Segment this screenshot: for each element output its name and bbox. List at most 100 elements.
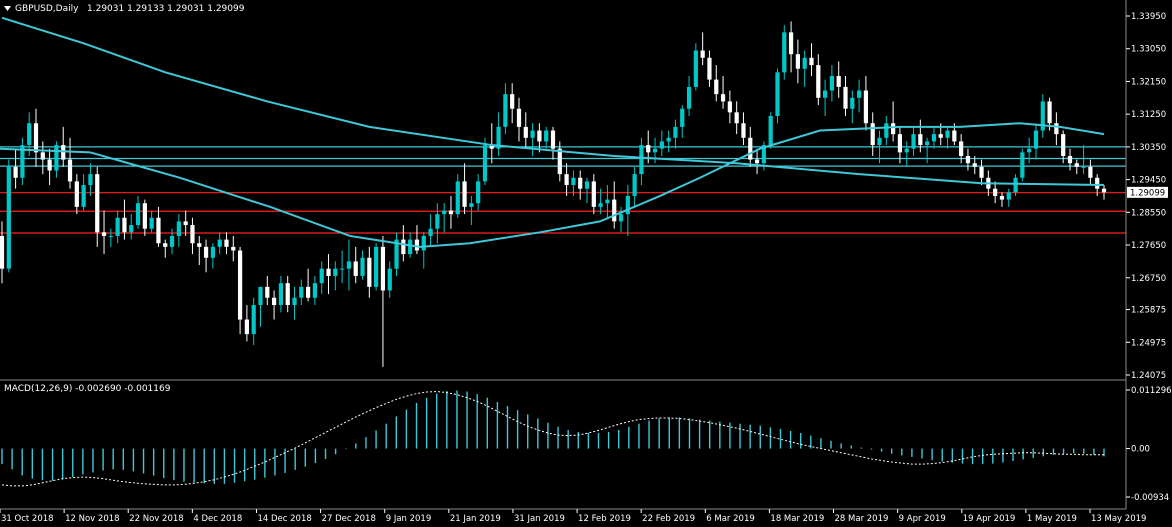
candle-body xyxy=(857,90,862,98)
candle-body xyxy=(183,221,188,226)
time-tick-label: 14 Dec 2018 xyxy=(257,514,311,524)
candle-body xyxy=(224,239,229,247)
candle[interactable] xyxy=(1020,148,1025,182)
candle-body xyxy=(618,214,624,222)
candle-body xyxy=(421,235,426,251)
candle-body xyxy=(237,250,243,320)
candle-body xyxy=(544,130,549,142)
candle-body xyxy=(27,123,32,146)
candle-body xyxy=(850,97,855,109)
candle-body xyxy=(802,57,807,69)
candle-body xyxy=(353,261,358,276)
candle-body xyxy=(945,130,950,138)
candle-body xyxy=(959,141,964,156)
price-tick-label: 1.24075 xyxy=(1131,371,1166,381)
candle-body xyxy=(516,108,522,127)
candle-body xyxy=(999,195,1005,200)
candle-body xyxy=(503,94,508,127)
candle-body xyxy=(312,283,318,298)
candle-body xyxy=(938,134,943,138)
candle-body xyxy=(40,152,45,160)
candle-body xyxy=(884,123,889,138)
candle-body xyxy=(1006,192,1011,200)
macd-tick-label: 0.00 xyxy=(1131,445,1150,455)
candle[interactable] xyxy=(775,68,780,124)
time-tick-label: 12 Nov 2018 xyxy=(65,514,119,524)
candle-body xyxy=(700,50,705,58)
candle-body xyxy=(88,174,93,186)
candle-body xyxy=(768,115,773,146)
candle-body xyxy=(571,177,576,186)
candle-body xyxy=(625,195,630,215)
candle-body xyxy=(306,286,311,298)
candle-body xyxy=(754,159,760,164)
candle-body xyxy=(557,148,562,175)
candle-body xyxy=(829,75,835,91)
candle-body xyxy=(652,148,658,153)
candle-body xyxy=(591,181,596,207)
time-tick-label: 22 Feb 2019 xyxy=(642,514,695,524)
candle-body xyxy=(727,101,732,113)
candle-body xyxy=(632,174,637,196)
candle-body xyxy=(530,130,535,138)
candle-body xyxy=(952,130,957,142)
time-tick-label: 31 Oct 2018 xyxy=(1,514,54,524)
candle-body xyxy=(891,123,896,135)
candle-body xyxy=(550,130,556,149)
candle-body xyxy=(81,185,86,207)
ohlc-values: 1.29031 1.29133 1.29031 1.29099 xyxy=(87,4,245,14)
candle-body xyxy=(244,319,249,335)
candle-body xyxy=(101,232,107,236)
candle-body xyxy=(462,181,467,207)
candle-body xyxy=(918,134,923,146)
trading-chart[interactable]: GBPUSD,Daily 1.29031 1.29133 1.29031 1.2… xyxy=(0,0,1172,527)
candle-body xyxy=(278,283,284,306)
candle[interactable] xyxy=(6,159,11,273)
candle-body xyxy=(271,297,277,306)
price-tick-label: 1.28550 xyxy=(1131,208,1166,218)
candle-body xyxy=(326,268,331,276)
candle-body xyxy=(748,137,753,160)
candle-body xyxy=(1081,166,1086,168)
candle-body xyxy=(251,305,256,335)
time-tick-label: 31 Jan 2019 xyxy=(514,514,565,524)
candle-body xyxy=(646,145,651,153)
candle-body xyxy=(897,134,903,153)
candle[interactable] xyxy=(374,243,379,291)
candle-body xyxy=(142,203,147,229)
candle-body xyxy=(1047,101,1052,124)
candle-body xyxy=(197,243,202,247)
candle-body xyxy=(693,50,698,87)
price-tick-label: 1.32150 xyxy=(1131,77,1166,87)
candle-body xyxy=(231,246,236,251)
candle-body xyxy=(1088,166,1093,178)
candle-body xyxy=(659,141,664,149)
candle-body xyxy=(734,112,739,124)
candle-body xyxy=(1074,163,1079,167)
candle-body xyxy=(374,246,379,287)
candle-body xyxy=(67,159,73,182)
candle-body xyxy=(408,239,413,255)
price-tick-label: 1.33050 xyxy=(1131,45,1166,55)
candle-body xyxy=(1033,130,1039,149)
candle-body xyxy=(911,134,916,149)
current-price-tag: 1.29099 xyxy=(1127,186,1168,198)
candle-body xyxy=(720,94,726,102)
candle-body xyxy=(979,166,984,178)
candle[interactable] xyxy=(768,112,773,149)
price-tick-label: 1.26750 xyxy=(1131,274,1166,284)
price-tick-label: 1.27650 xyxy=(1131,241,1166,251)
candle-body xyxy=(122,217,127,233)
candle-body xyxy=(1061,134,1066,156)
time-tick-label: 18 Mar 2019 xyxy=(770,514,824,524)
candle-body xyxy=(367,257,372,287)
candle-body xyxy=(442,210,447,215)
candle-body xyxy=(74,181,79,207)
candle-body xyxy=(33,123,39,153)
candle[interactable] xyxy=(782,25,787,80)
time-tick-label: 9 Jan 2019 xyxy=(386,514,432,524)
candle-body xyxy=(1027,148,1032,153)
candle-body xyxy=(217,239,222,247)
time-tick-label: 6 Mar 2019 xyxy=(706,514,754,524)
candle-body xyxy=(360,257,365,276)
